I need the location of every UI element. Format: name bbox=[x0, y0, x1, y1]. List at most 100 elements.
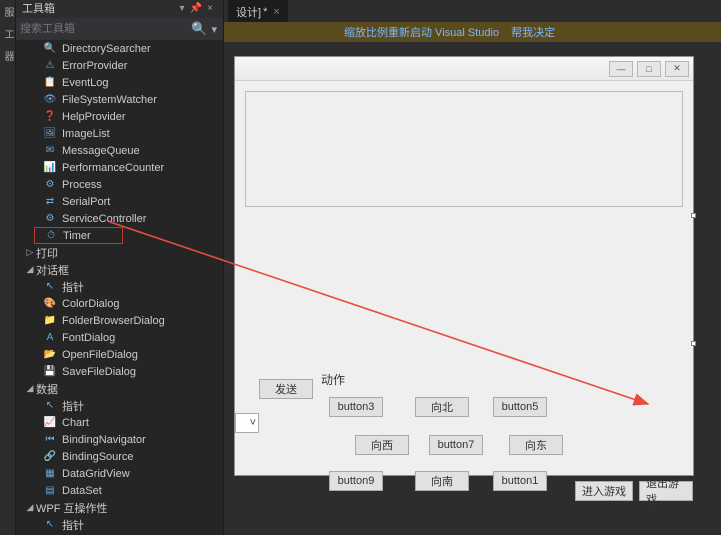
toolbox-item-helpprovider[interactable]: ❓ HelpProvider bbox=[16, 108, 223, 125]
datagridview-icon: ▦ bbox=[42, 467, 58, 481]
toolbox-item-bindingsource[interactable]: 🔗BindingSource bbox=[16, 448, 223, 465]
toolbox-item-label: Chart bbox=[62, 417, 89, 429]
folderbrowserdialog-icon: 📁 bbox=[42, 314, 58, 328]
toolbox-item-imagelist[interactable]: 🖼ImageList bbox=[16, 125, 223, 142]
toolbox-search[interactable]: 🔍 ▾ bbox=[16, 18, 223, 40]
toolbox-item-label: PerformanceCounter bbox=[62, 162, 164, 174]
toolbox-item-process[interactable]: ⚙Process bbox=[16, 176, 223, 193]
toolbox-item-指针[interactable]: ↖指针 bbox=[16, 278, 223, 295]
tab-design[interactable]: 设计] * × bbox=[228, 0, 288, 22]
dataset-icon: ▤ bbox=[42, 484, 58, 498]
toolbox-item-label: SaveFileDialog bbox=[62, 366, 136, 378]
north-button[interactable]: 向北 bbox=[415, 397, 469, 417]
messagequeue-icon: ✉ bbox=[42, 144, 58, 158]
south-button[interactable]: 向南 bbox=[415, 471, 469, 491]
toolbox-item-messagequeue[interactable]: ✉ MessageQueue bbox=[16, 142, 223, 159]
toolbox-item-label: FontDialog bbox=[62, 332, 115, 344]
exit-game-button[interactable]: 退出游戏 bbox=[639, 481, 693, 501]
toolbox-item-dataset[interactable]: ▤ DataSet bbox=[16, 482, 223, 499]
helpprovider-icon: ❓ bbox=[42, 110, 58, 124]
maximize-button[interactable]: □ bbox=[637, 61, 661, 77]
toolbox-item-label: DataGridView bbox=[62, 468, 130, 480]
form-window[interactable]: — □ ✕ 发送 ˅ 动作 button3 向北 button5 向西 butt… bbox=[234, 56, 694, 476]
close-button[interactable]: ✕ bbox=[665, 61, 689, 77]
toolbox-item-servicecontroller[interactable]: ⚙ServiceController bbox=[16, 210, 223, 227]
selection-handle[interactable] bbox=[691, 213, 696, 218]
toolbox-panel: 工具箱 ▾ 📌 × 🔍 ▾ 🔍 DirectorySearcher ⚠ErrorPr… bbox=[16, 0, 224, 535]
rail-label-1[interactable]: 服 bbox=[0, 4, 15, 20]
category-dialogs[interactable]: ◢对话框 bbox=[16, 261, 223, 278]
groupbox-top[interactable] bbox=[245, 91, 683, 207]
selection-handle[interactable] bbox=[691, 341, 696, 346]
toolbox-item-label: DataSet bbox=[62, 485, 102, 497]
toolbox-item-timer[interactable]: ⏱ Timer bbox=[34, 227, 123, 244]
clear-icon[interactable]: ▾ bbox=[209, 23, 219, 36]
toolbox-item-label: Timer bbox=[63, 230, 91, 242]
toolbox-item-bindingnavigator[interactable]: ⏮BindingNavigator bbox=[16, 431, 223, 448]
category-data[interactable]: ◢数据 bbox=[16, 380, 223, 397]
toolbox-item-chart[interactable]: 📈Chart bbox=[16, 414, 223, 431]
info-bar: 缩放比例重新启动 Visual Studio 帮我决定 bbox=[224, 22, 721, 42]
directorysearcher-icon: 🔍 bbox=[42, 42, 58, 56]
toolbox-item-label: DirectorySearcher bbox=[62, 43, 151, 55]
指针-icon: ↖ bbox=[42, 280, 58, 294]
tab-close-icon[interactable]: × bbox=[273, 6, 279, 18]
toolbox-item-directorysearcher[interactable]: 🔍 DirectorySearcher bbox=[16, 40, 223, 57]
toolbox-title: 工具箱 bbox=[22, 0, 55, 18]
colordialog-icon: 🎨 bbox=[42, 297, 58, 311]
fontdialog-icon: A bbox=[42, 331, 58, 345]
toolbox-item-colordialog[interactable]: 🎨 ColorDialog bbox=[16, 295, 223, 312]
search-input[interactable] bbox=[20, 20, 189, 38]
toolbox-item-label: ColorDialog bbox=[62, 298, 119, 310]
timer-icon: ⏱ bbox=[43, 229, 59, 243]
info-message[interactable]: 缩放比例重新启动 Visual Studio bbox=[344, 24, 499, 40]
close-icon[interactable]: × bbox=[203, 0, 217, 18]
toolbox-item-label: 指针 bbox=[62, 398, 84, 414]
designer-surface[interactable]: — □ ✕ 发送 ˅ 动作 button3 向北 button5 向西 butt… bbox=[224, 42, 721, 535]
rail-label-2[interactable]: 工 bbox=[0, 26, 15, 42]
category-print[interactable]: ▷打印 bbox=[16, 244, 223, 261]
toolbox-item-openfiledialog[interactable]: 📂 OpenFileDialog bbox=[16, 346, 223, 363]
toolbox-item-label: FileSystemWatcher bbox=[62, 94, 157, 106]
toolbox-item-label: ServiceController bbox=[62, 213, 146, 225]
toolbox-item-指针[interactable]: ↖指针 bbox=[16, 516, 223, 533]
toolbox-item-filesystemwatcher[interactable]: 👁FileSystemWatcher bbox=[16, 91, 223, 108]
button9[interactable]: button9 bbox=[329, 471, 383, 491]
button7[interactable]: button7 bbox=[429, 435, 483, 455]
toolbox-item-serialport[interactable]: ⇄SerialPort bbox=[16, 193, 223, 210]
toolbox-title-bar: 工具箱 ▾ 📌 × bbox=[16, 0, 223, 18]
search-icon[interactable]: 🔍 bbox=[189, 21, 209, 37]
toolbox-item-label: HelpProvider bbox=[62, 111, 126, 123]
toolbox-item-eventlog[interactable]: 📋 EventLog bbox=[16, 74, 223, 91]
rail-label-3[interactable]: 器 bbox=[0, 48, 15, 64]
pin-icon[interactable]: 📌 bbox=[189, 0, 203, 18]
toolbox-item-datagridview[interactable]: ▦ DataGridView bbox=[16, 465, 223, 482]
east-button[interactable]: 向东 bbox=[509, 435, 563, 455]
category-wpf[interactable]: ◢WPF 互操作性 bbox=[16, 499, 223, 516]
toolbox-item-指针[interactable]: ↖指针 bbox=[16, 397, 223, 414]
toolbox-item-label: MessageQueue bbox=[62, 145, 140, 157]
info-link[interactable]: 帮我决定 bbox=[511, 24, 555, 40]
toolbox-item-label: EventLog bbox=[62, 77, 108, 89]
send-button[interactable]: 发送 bbox=[259, 379, 313, 399]
toolbox-item-performancecounter[interactable]: 📊PerformanceCounter bbox=[16, 159, 223, 176]
form-titlebar: — □ ✕ bbox=[235, 57, 693, 81]
combobox[interactable]: ˅ bbox=[235, 413, 259, 433]
button3[interactable]: button3 bbox=[329, 397, 383, 417]
enter-game-button[interactable]: 进入游戏 bbox=[575, 481, 633, 501]
button1[interactable]: button1 bbox=[493, 471, 547, 491]
toolbox-item-errorprovider[interactable]: ⚠ErrorProvider bbox=[16, 57, 223, 74]
toolbox-item-savefiledialog[interactable]: 💾 SaveFileDialog bbox=[16, 363, 223, 380]
dropdown-icon[interactable]: ▾ bbox=[175, 0, 189, 18]
savefiledialog-icon: 💾 bbox=[42, 365, 58, 379]
openfiledialog-icon: 📂 bbox=[42, 348, 58, 362]
toolbox-item-fontdialog[interactable]: A FontDialog bbox=[16, 329, 223, 346]
toolbox-item-label: SerialPort bbox=[62, 196, 110, 208]
button5[interactable]: button5 bbox=[493, 397, 547, 417]
toolbox-item-label: OpenFileDialog bbox=[62, 349, 138, 361]
toolbox-item-folderbrowserdialog[interactable]: 📁FolderBrowserDialog bbox=[16, 312, 223, 329]
west-button[interactable]: 向西 bbox=[355, 435, 409, 455]
minimize-button[interactable]: — bbox=[609, 61, 633, 77]
eventlog-icon: 📋 bbox=[42, 76, 58, 90]
bindingsource-icon: 🔗 bbox=[42, 450, 58, 464]
